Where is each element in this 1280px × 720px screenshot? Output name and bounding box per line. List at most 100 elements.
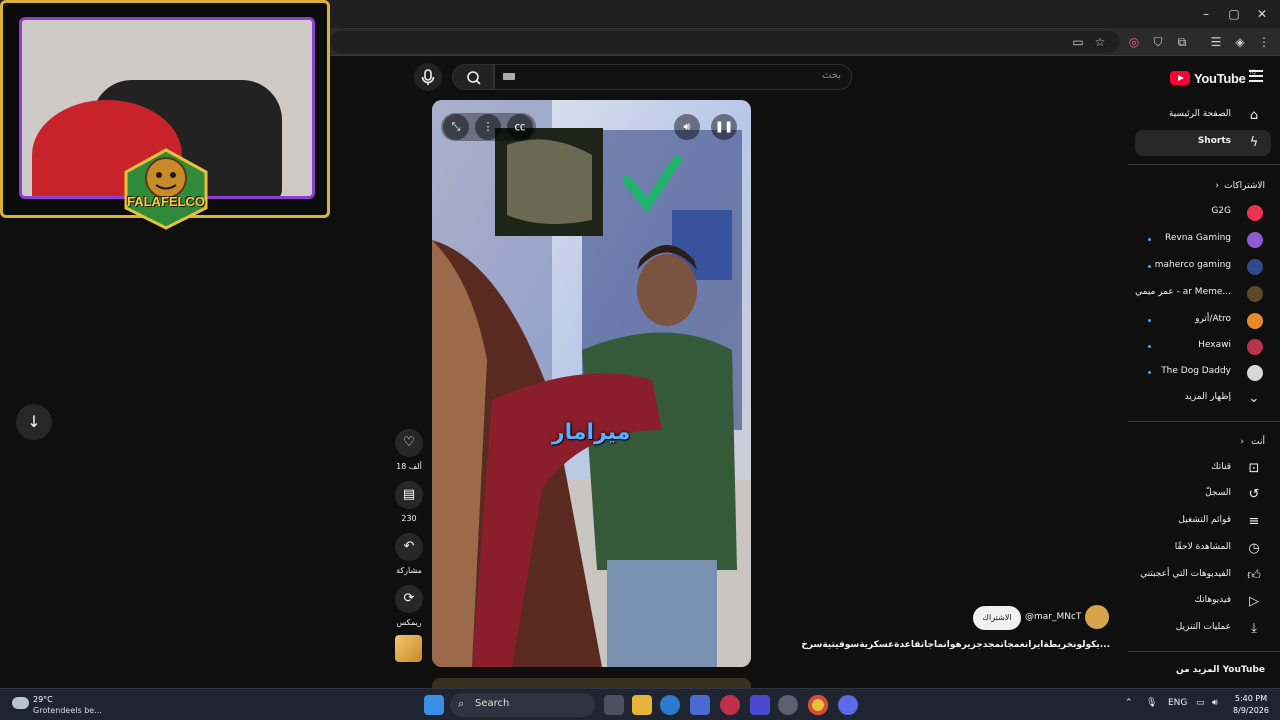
sidebar-item-liked-videos[interactable]: الفيديوهات التي أعجبتني 👍︎ — [1135, 563, 1271, 589]
browser-menu-icon[interactable]: ⋮ — [1256, 34, 1272, 50]
new-content-dot — [1148, 371, 1151, 374]
menu-icon[interactable] — [1249, 70, 1263, 82]
system-clock[interactable]: 5:40 PM 8/9/2026 — [1230, 693, 1272, 717]
steam-icon[interactable] — [778, 695, 798, 715]
store-icon[interactable] — [690, 695, 710, 715]
share-icon: ↶ — [403, 539, 415, 554]
extensions-puzzle-icon[interactable]: ⧉ — [1174, 34, 1190, 50]
channel-handle[interactable]: @mar_MNcT — [1025, 612, 1081, 622]
sidebar-item-label: السجلّ — [1205, 488, 1231, 498]
overlay-logo-text: FALAFELCO — [127, 194, 205, 209]
video-frame — [432, 100, 751, 667]
microphone-icon[interactable]: 🎙︎ — [1146, 698, 1157, 708]
bookmark-star-icon[interactable]: ☆ — [1092, 34, 1108, 50]
chevron-up-icon[interactable]: ⌃ — [1125, 698, 1133, 708]
reading-list-icon[interactable]: ☰ — [1208, 34, 1224, 50]
person-box-icon: ⊡ — [1248, 461, 1260, 476]
channel-avatar — [1247, 205, 1263, 221]
sidebar-item-history[interactable]: السجلّ ↺ — [1135, 482, 1271, 508]
sidebar-item-label: إظهار المزيد — [1184, 392, 1231, 402]
shorts-icon: ϟ — [1249, 135, 1259, 150]
sidebar-item-downloads[interactable]: عمليات التنزيل ⤓ — [1135, 616, 1271, 642]
scroll-down-button[interactable]: ↓ — [16, 404, 52, 440]
discord-icon[interactable] — [838, 695, 858, 715]
video-icon: ▷ — [1249, 594, 1259, 609]
pause-icon[interactable]: ❚❚ — [711, 114, 737, 140]
task-view-icon[interactable] — [604, 695, 624, 715]
shorts-video-player[interactable]: ⤡ ⋮ ㏄ 🔊︎ ❚❚ ميرامار — [432, 100, 751, 667]
sidebar-item-your-videos[interactable]: فيديوهاتك ▷ — [1135, 589, 1271, 615]
sidebar-item-channel-revna[interactable]: Revna Gaming — [1135, 227, 1271, 253]
edge-browser-icon[interactable] — [660, 695, 680, 715]
cloud-icon — [12, 697, 29, 709]
sidebar-item-label: The Dog Daddy — [1161, 366, 1231, 376]
channel-avatar — [1247, 365, 1263, 381]
minimize-button[interactable]: – — [1196, 5, 1216, 23]
address-bar[interactable] — [330, 31, 1120, 53]
new-content-dot — [1148, 319, 1151, 322]
close-button[interactable]: ✕ — [1252, 5, 1272, 23]
search-button[interactable] — [452, 64, 494, 90]
channel-avatar — [1247, 259, 1263, 275]
cast-icon[interactable]: ▭ — [1070, 34, 1086, 50]
channel-avatar — [1247, 339, 1263, 355]
home-icon: ⌂ — [1249, 108, 1259, 123]
fullscreen-icon[interactable]: ⤡ — [443, 114, 469, 140]
comment-count: 230 — [401, 514, 417, 523]
sidebar-item-channel-maherco[interactable]: maherco gaming — [1135, 254, 1271, 280]
opera-icon[interactable] — [720, 695, 740, 715]
search-placeholder: بحث — [821, 70, 841, 81]
app-icon[interactable] — [750, 695, 770, 715]
sidebar-item-watch-later[interactable]: المشاهدة لاحقًا ◷ — [1135, 536, 1271, 562]
channel-avatar — [1247, 286, 1263, 302]
like-button[interactable]: ♡ — [395, 429, 423, 457]
sound-thumbnail[interactable] — [395, 635, 422, 662]
thumbs-up-icon: 👍︎ — [1247, 568, 1261, 583]
network-icon[interactable]: ▭ — [1196, 698, 1205, 708]
sidebar-item-channel-g2g[interactable]: G2G — [1135, 200, 1271, 226]
weather-widget[interactable]: 29°C Grotendeels be... — [12, 693, 122, 717]
sidebar-item-your-channel[interactable]: قناتك ⊡ — [1135, 456, 1271, 482]
youtube-logo[interactable]: YouTube IQ — [1170, 68, 1256, 88]
sidebar-divider — [1128, 164, 1280, 165]
extension-shield-icon[interactable]: ⛉ — [1150, 34, 1166, 50]
sidebar-item-home[interactable]: الصفحة الرئيسية ⌂ — [1135, 103, 1271, 129]
chrome-icon[interactable] — [808, 695, 828, 715]
weather-description: Grotendeels be... — [33, 706, 102, 715]
more-options-icon[interactable]: ⋮ — [475, 114, 501, 140]
sidebar-item-channel-dog-daddy[interactable]: The Dog Daddy — [1135, 360, 1271, 386]
sidebar-item-channel-atro[interactable]: أترو/Atro — [1135, 308, 1271, 334]
sidebar-item-label: عمليات التنزيل — [1175, 622, 1231, 632]
comments-button[interactable]: ▤ — [395, 481, 423, 509]
sidebar-item-channel-hexawi[interactable]: Hexawi — [1135, 334, 1271, 360]
search-icon: ⌕ — [458, 697, 465, 710]
sidebar-item-playlists[interactable]: قوائم التشغيل ≡ — [1135, 509, 1271, 535]
history-icon: ↺ — [1248, 487, 1260, 502]
channel-avatar[interactable] — [1085, 605, 1109, 629]
taskbar-search[interactable]: ⌕ Search — [450, 693, 595, 717]
start-windows-icon[interactable] — [424, 695, 444, 715]
keyboard-icon[interactable] — [503, 73, 515, 80]
extension-record-icon[interactable]: ◎ — [1126, 34, 1142, 50]
sidebar-item-shorts[interactable]: Shorts ϟ — [1135, 130, 1271, 156]
clock-time: 5:40 PM — [1234, 694, 1268, 703]
subscribe-button[interactable]: الاشتراك — [973, 606, 1021, 630]
sidebar-item-label: الصفحة الرئيسية — [1168, 109, 1231, 119]
remix-button[interactable]: ⟳ — [395, 585, 423, 613]
sidebar-show-more[interactable]: إظهار المزيد ⌄ — [1135, 386, 1271, 412]
search-input[interactable]: بحث — [494, 64, 852, 90]
language-indicator[interactable]: ENG — [1168, 698, 1187, 708]
volume-icon[interactable]: 🔊︎ — [674, 114, 700, 140]
share-button[interactable]: ↶ — [395, 533, 423, 561]
voice-search-button[interactable] — [414, 63, 442, 91]
file-explorer-icon[interactable] — [632, 695, 652, 715]
search-icon — [467, 71, 481, 85]
sidebar-item-channel-omar-meme[interactable]: عمر ميمي - ar Meme... — [1135, 281, 1271, 307]
captions-icon[interactable]: ㏄ — [507, 114, 533, 140]
speaker-icon[interactable]: 🔊︎ — [1212, 698, 1218, 708]
sidebar-divider — [1128, 421, 1280, 422]
short-description[interactable]: يكولونخريطةايرانغمجاتمجدجزيرهوانماجاتقاع… — [788, 640, 1110, 650]
profile-icon[interactable]: ◈ — [1232, 34, 1248, 50]
weather-temperature: 29°C — [33, 695, 53, 704]
maximize-button[interactable]: ▢ — [1224, 5, 1244, 23]
